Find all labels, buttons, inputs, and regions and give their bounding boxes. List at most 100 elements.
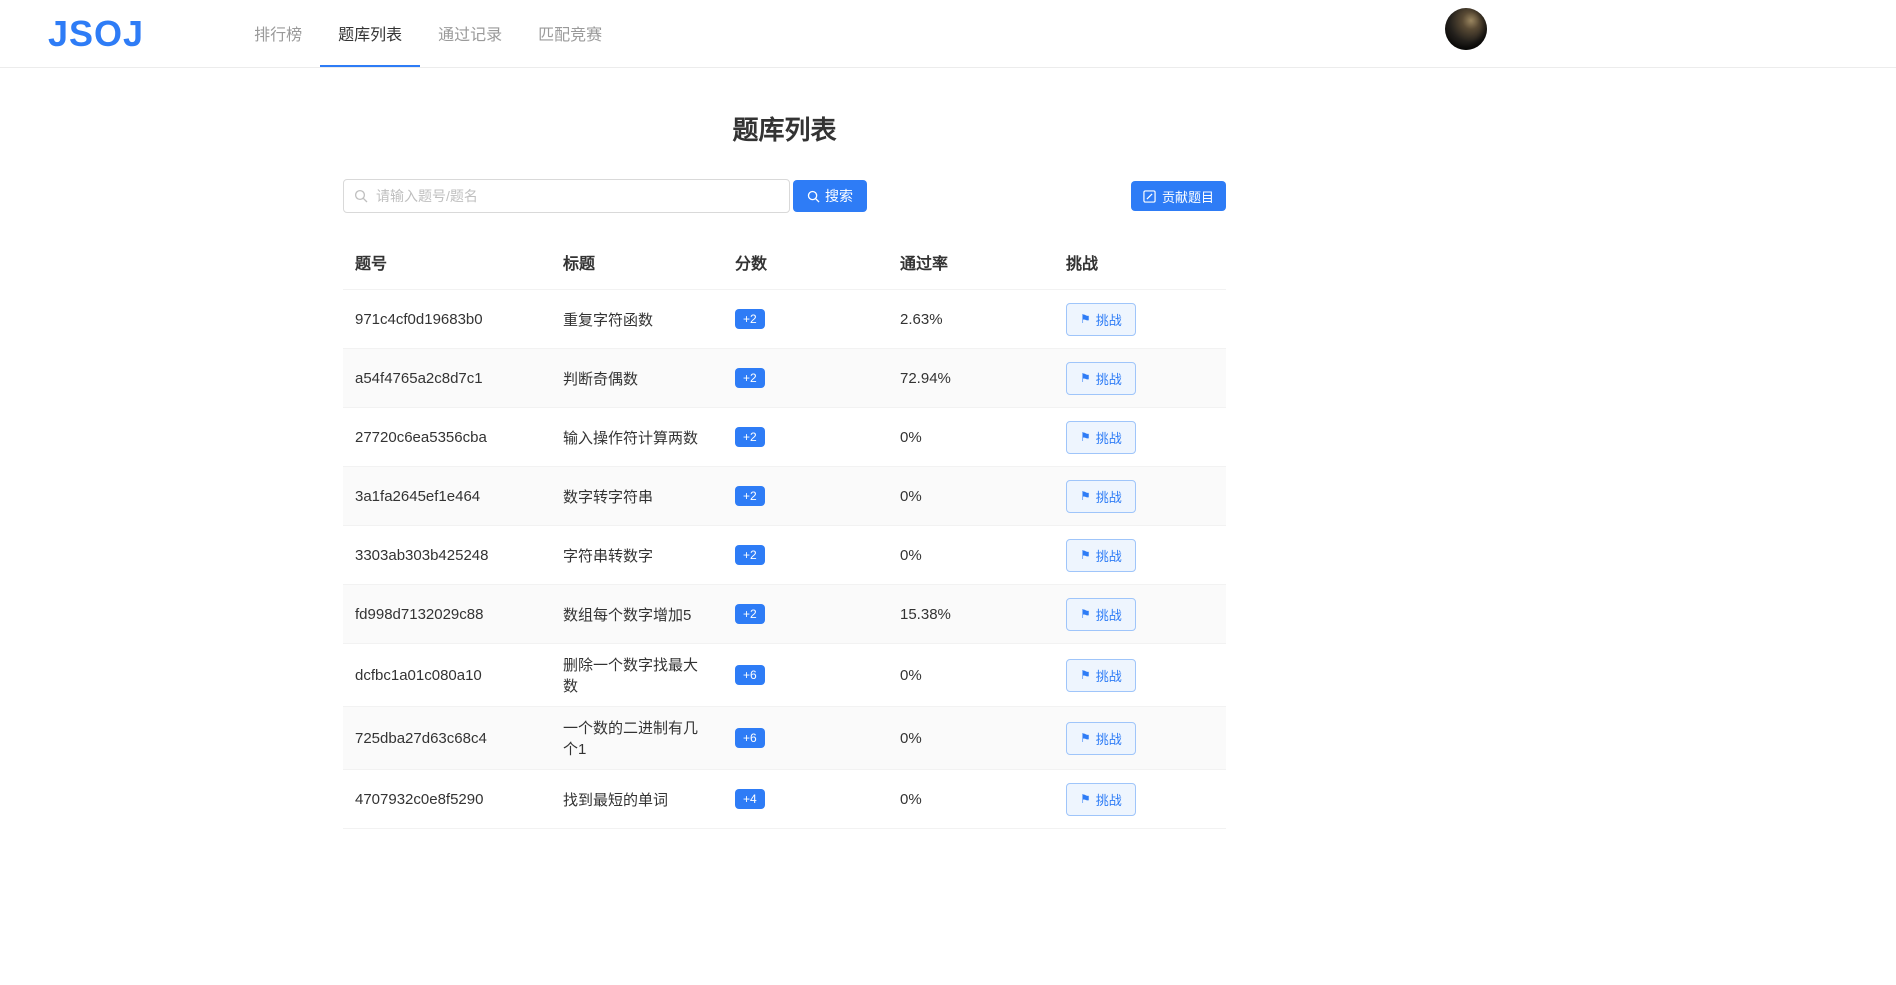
search-button-icon [807,190,820,203]
table-row: a54f4765a2c8d7c1 判断奇偶数 +2 72.94% ⚑ 挑战 [343,348,1226,408]
challenge-button[interactable]: ⚑ 挑战 [1066,658,1136,692]
contribute-button[interactable]: 贡献题目 [1130,181,1226,211]
flag-icon: ⚑ [1080,792,1091,806]
flag-icon: ⚑ [1080,312,1091,326]
search-button-label: 搜索 [825,188,853,204]
pass-rate: 15.38% [900,605,951,623]
contribute-button-label: 贡献题目 [1161,189,1214,205]
problem-id: a54f4765a2c8d7c1 [355,369,483,387]
challenge-button-label: 挑战 [1095,731,1122,747]
main-content: 题库列表 搜索 贡献题目 题号 [343,110,1226,829]
problem-title: 一个数的二进制有几个1 [563,720,699,758]
challenge-button[interactable]: ⚑ 挑战 [1066,479,1136,513]
toolbar: 搜索 贡献题目 [343,179,1226,213]
problem-title: 输入操作符计算两数 [563,429,699,447]
flag-icon: ⚑ [1080,430,1091,444]
pass-rate: 0% [900,666,922,684]
problem-title: 数字转字符串 [563,488,654,506]
score-badge: +2 [735,545,765,565]
problem-id: 971c4cf0d19683b0 [355,310,483,328]
page-title: 题库列表 [732,115,837,145]
search-icon [354,189,368,203]
nav-item-leaderboard[interactable]: 排行榜 [236,0,320,67]
col-header-id: 题号 [355,256,388,273]
score-badge: +2 [735,368,765,388]
search-button[interactable]: 搜索 [793,180,867,212]
col-header-challenge: 挑战 [1066,256,1099,273]
challenge-button-label: 挑战 [1095,792,1122,808]
score-badge: +2 [735,486,765,506]
problem-table-body: 971c4cf0d19683b0 重复字符函数 +2 2.63% ⚑ 挑战 a5… [343,289,1226,829]
challenge-button[interactable]: ⚑ 挑战 [1066,302,1136,336]
challenge-button-label: 挑战 [1095,371,1122,387]
table-row: 27720c6ea5356cba 输入操作符计算两数 +2 0% ⚑ 挑战 [343,407,1226,467]
problem-id: dcfbc1a01c080a10 [355,666,482,684]
pass-rate: 0% [900,487,922,505]
flag-icon: ⚑ [1080,548,1091,562]
score-badge: +6 [735,728,765,748]
score-badge: +2 [735,427,765,447]
pass-rate: 0% [900,729,922,747]
challenge-button-label: 挑战 [1095,489,1122,505]
user-avatar[interactable] [1445,8,1487,50]
table-row: 3303ab303b425248 字符串转数字 +2 0% ⚑ 挑战 [343,525,1226,585]
contribute-edit-icon [1143,189,1156,203]
problem-table: 题号 标题 分数 通过率 挑战 971c4cf0d19683b0 重复字符函数 … [343,235,1226,829]
score-badge: +2 [735,604,765,624]
problem-title: 判断奇偶数 [563,370,639,388]
score-badge: +6 [735,665,765,685]
challenge-button[interactable]: ⚑ 挑战 [1066,782,1136,816]
table-row: 3a1fa2645ef1e464 数字转字符串 +2 0% ⚑ 挑战 [343,466,1226,526]
challenge-button-label: 挑战 [1095,668,1122,684]
challenge-button-label: 挑战 [1095,312,1122,328]
app-logo[interactable]: JSOJ [48,13,144,55]
col-header-pass-rate: 通过率 [900,256,949,273]
pass-rate: 0% [900,428,922,446]
flag-icon: ⚑ [1080,668,1091,682]
pass-rate: 0% [900,790,922,808]
main-nav: 排行榜 题库列表 通过记录 匹配竞赛 [236,0,620,67]
score-badge: +4 [735,789,765,809]
challenge-button-label: 挑战 [1095,430,1122,446]
challenge-button[interactable]: ⚑ 挑战 [1066,538,1136,572]
search-box [343,179,790,213]
problem-title: 重复字符函数 [563,311,654,329]
problem-id: 27720c6ea5356cba [355,428,487,446]
table-header-row: 题号 标题 分数 通过率 挑战 [343,235,1226,290]
problem-id: fd998d7132029c88 [355,605,484,623]
problem-title: 找到最短的单词 [563,791,669,809]
problem-title: 删除一个数字找最大数 [563,657,699,695]
problem-id: 725dba27d63c68c4 [355,729,487,747]
flag-icon: ⚑ [1080,371,1091,385]
pass-rate: 2.63% [900,310,943,328]
challenge-button[interactable]: ⚑ 挑战 [1066,597,1136,631]
flag-icon: ⚑ [1080,489,1091,503]
problem-title: 数组每个数字增加5 [563,606,692,624]
challenge-button[interactable]: ⚑ 挑战 [1066,361,1136,395]
challenge-button-label: 挑战 [1095,607,1122,623]
problem-id: 3303ab303b425248 [355,546,489,564]
nav-item-match-contest[interactable]: 匹配竞赛 [520,0,620,67]
challenge-button-label: 挑战 [1095,548,1122,564]
pass-rate: 72.94% [900,369,951,387]
problem-id: 3a1fa2645ef1e464 [355,487,481,505]
problem-title: 字符串转数字 [563,547,654,565]
pass-rate: 0% [900,546,922,564]
flag-icon: ⚑ [1080,731,1091,745]
search-input[interactable] [376,188,779,204]
table-row: 4707932c0e8f5290 找到最短的单词 +4 0% ⚑ 挑战 [343,769,1226,829]
col-header-title: 标题 [563,256,596,273]
table-row: 971c4cf0d19683b0 重复字符函数 +2 2.63% ⚑ 挑战 [343,289,1226,349]
app-header: JSOJ 排行榜 题库列表 通过记录 匹配竞赛 [0,0,1896,68]
flag-icon: ⚑ [1080,607,1091,621]
challenge-button[interactable]: ⚑ 挑战 [1066,721,1136,755]
score-badge: +2 [735,309,765,329]
nav-item-problem-list[interactable]: 题库列表 [320,0,421,67]
table-row: 725dba27d63c68c4 一个数的二进制有几个1 +6 0% ⚑ 挑战 [343,706,1226,770]
nav-item-pass-records[interactable]: 通过记录 [420,0,520,67]
table-row: fd998d7132029c88 数组每个数字增加5 +2 15.38% ⚑ 挑… [343,584,1226,644]
col-header-score: 分数 [735,256,768,273]
problem-id: 4707932c0e8f5290 [355,790,484,808]
table-row: dcfbc1a01c080a10 删除一个数字找最大数 +6 0% ⚑ 挑战 [343,643,1226,707]
challenge-button[interactable]: ⚑ 挑战 [1066,420,1136,454]
